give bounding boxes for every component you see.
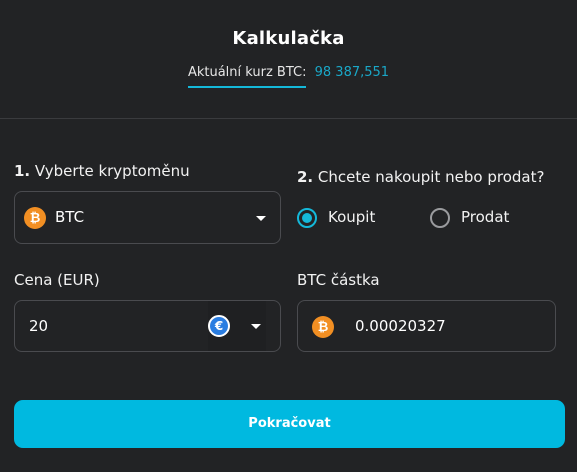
chevron-down-icon	[256, 216, 266, 221]
amount-field[interactable]: ₿ 0.00020327	[297, 300, 556, 352]
exchange-rate: Aktuální kurz BTC: 98 387,551	[0, 65, 577, 88]
buy-sell-label: 2. Chcete nakoupit nebo prodat?	[297, 168, 545, 186]
radio-sell[interactable]	[430, 208, 450, 228]
calculator-panel: Kalkulačka Aktuální kurz BTC: 98 387,551…	[0, 0, 577, 472]
crypto-select-label: 1. Vyberte kryptoměnu	[14, 162, 190, 180]
amount-label: BTC částka	[297, 271, 380, 289]
crypto-select-value: BTC	[55, 208, 85, 226]
rate-label: Aktuální kurz BTC:	[187, 65, 307, 88]
bitcoin-icon: ₿	[24, 207, 46, 229]
rate-value: 98 387,551	[314, 65, 390, 80]
radio-sell-label[interactable]: Prodat	[461, 208, 509, 226]
euro-icon: €	[208, 315, 230, 337]
divider	[0, 118, 577, 119]
price-input[interactable]: 20	[29, 317, 48, 335]
rate-underline	[187, 86, 307, 88]
currency-select[interactable]: €	[208, 301, 266, 351]
amount-input[interactable]: 0.00020327	[355, 317, 446, 335]
price-field[interactable]: 20 €	[14, 300, 281, 352]
continue-button[interactable]: Pokračovat	[14, 400, 565, 448]
bitcoin-icon: ₿	[312, 316, 334, 338]
chevron-down-icon	[251, 324, 261, 329]
price-label: Cena (EUR)	[14, 271, 100, 289]
radio-buy[interactable]	[297, 208, 317, 228]
radio-buy-label[interactable]: Koupit	[328, 208, 375, 226]
page-title: Kalkulačka	[232, 28, 345, 49]
crypto-select[interactable]: ₿ BTC	[14, 191, 281, 244]
